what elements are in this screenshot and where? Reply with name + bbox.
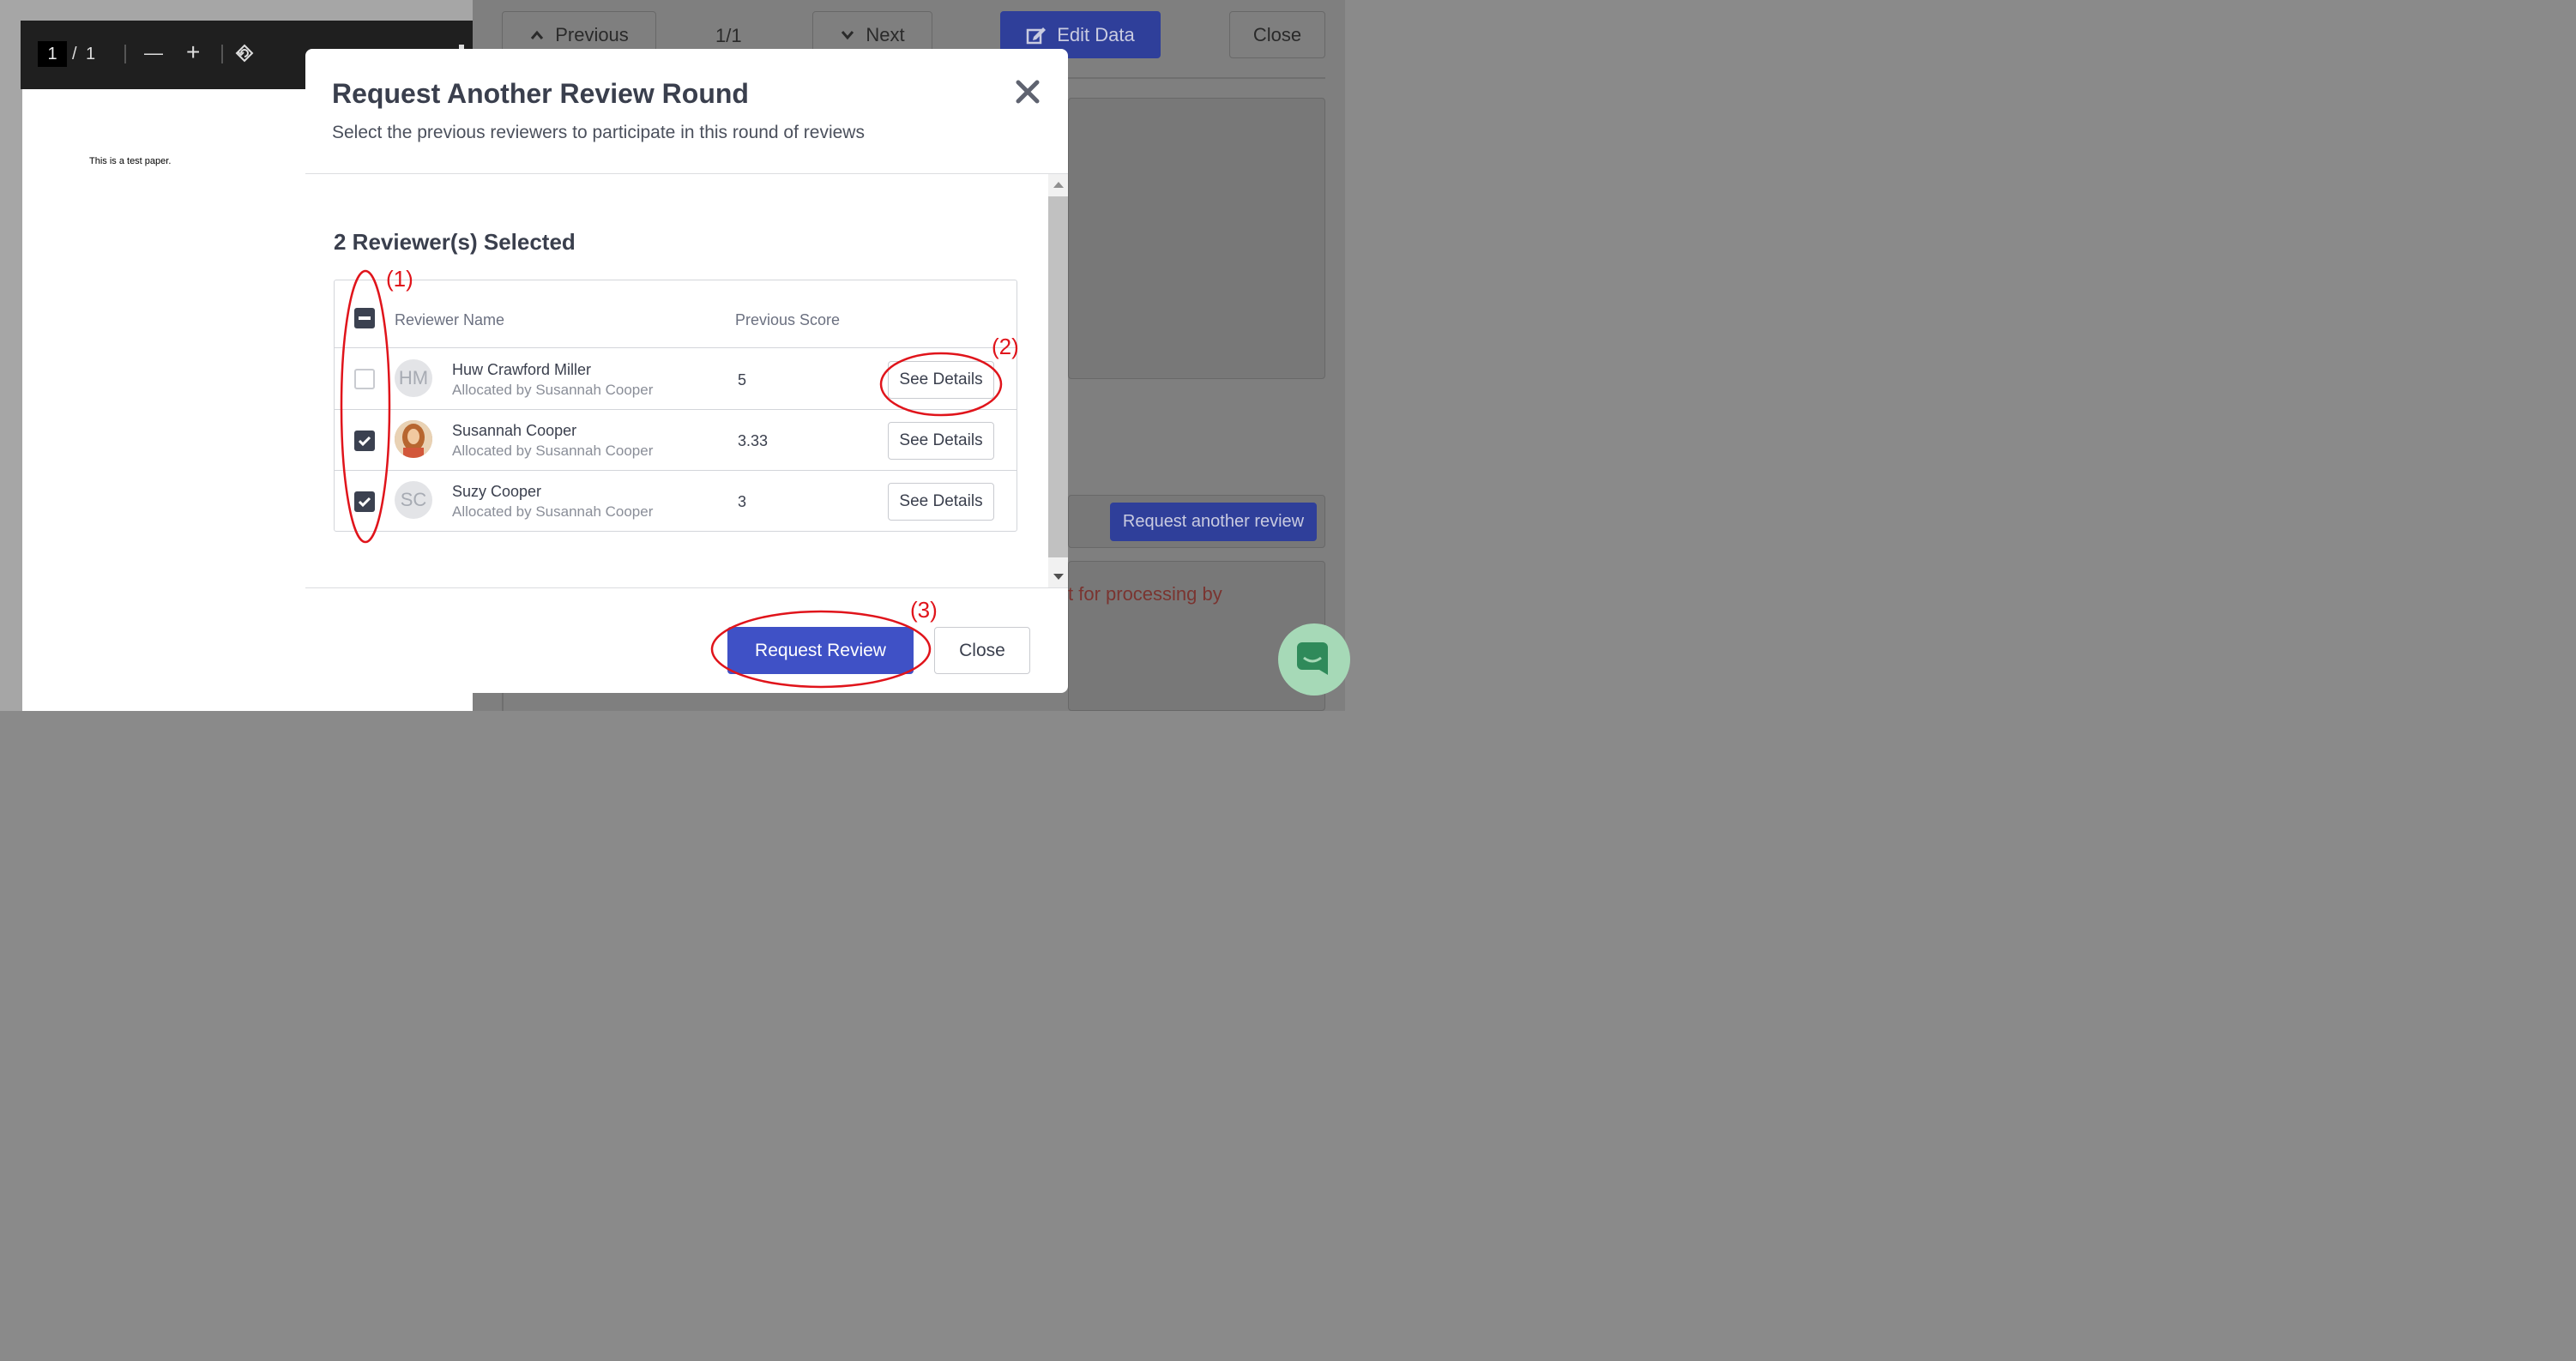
reviewer-table: Reviewer Name Previous Score HM Huw Craw… bbox=[334, 280, 1017, 532]
avatar bbox=[395, 420, 432, 458]
reviewer-checkbox[interactable] bbox=[354, 491, 375, 512]
zoom-in-button[interactable]: + bbox=[186, 39, 200, 65]
chat-icon bbox=[1297, 642, 1328, 675]
modal-subtitle: Select the previous reviewers to partici… bbox=[332, 123, 865, 142]
modal-scrollbar-thumb[interactable] bbox=[1048, 196, 1068, 557]
avatar: HM bbox=[395, 359, 432, 397]
reviewer-previous-score: 3 bbox=[738, 493, 747, 510]
close-x-icon[interactable] bbox=[1014, 78, 1041, 105]
check-icon bbox=[358, 436, 371, 447]
annotation-label-3: (3) bbox=[910, 597, 938, 623]
pdf-toolbar-divider bbox=[124, 45, 126, 63]
annotation-label-2: (2) bbox=[992, 334, 1019, 359]
request-another-review-button[interactable]: Request another review bbox=[1110, 503, 1317, 541]
edit-icon bbox=[1027, 27, 1047, 44]
scroll-up-arrow[interactable] bbox=[1053, 182, 1064, 188]
pdf-toolbar-divider bbox=[221, 45, 223, 63]
processing-status-text: t for processing by bbox=[1068, 583, 1222, 605]
chevron-up-icon bbox=[531, 30, 544, 39]
pdf-page-total: 1 bbox=[86, 45, 96, 63]
scroll-down-arrow[interactable] bbox=[1053, 574, 1064, 580]
request-review-modal: Request Another Review Round Select the … bbox=[305, 49, 1068, 693]
top-close-label: Close bbox=[1252, 23, 1302, 45]
page-counter: 1/1 bbox=[715, 25, 742, 46]
top-close-button[interactable]: Close bbox=[1229, 11, 1325, 58]
previous-button-label: Previous bbox=[555, 23, 629, 45]
minus-icon bbox=[359, 316, 371, 320]
info-panel bbox=[1068, 98, 1325, 379]
reviewer-name: Suzy Cooper bbox=[452, 483, 542, 500]
modal-title: Request Another Review Round bbox=[332, 78, 749, 109]
pdf-page-separator: / bbox=[72, 45, 77, 63]
column-header-score: Previous Score bbox=[735, 311, 841, 328]
reviewer-checkbox[interactable] bbox=[354, 431, 375, 451]
divider bbox=[1068, 77, 1325, 79]
request-review-button[interactable]: Request Review bbox=[727, 627, 914, 674]
avatar-photo bbox=[395, 420, 432, 458]
annotation-label-1: (1) bbox=[386, 266, 413, 292]
see-details-button[interactable]: See Details bbox=[888, 361, 994, 399]
modal-close-button[interactable]: Close bbox=[934, 627, 1030, 674]
edit-data-label: Edit Data bbox=[1057, 23, 1135, 45]
pdf-page-text: This is a test paper. bbox=[89, 156, 172, 166]
avatar: SC bbox=[395, 481, 432, 519]
row-divider bbox=[335, 347, 1017, 348]
reviewer-name: Huw Crawford Miller bbox=[452, 361, 592, 378]
next-button-label: Next bbox=[866, 23, 905, 45]
modal-footer-divider bbox=[305, 587, 1068, 588]
reviewer-checkbox[interactable] bbox=[354, 369, 375, 389]
row-divider bbox=[335, 409, 1017, 410]
zoom-out-button[interactable]: — bbox=[144, 40, 163, 66]
reviewer-allocated-by: Allocated by Susannah Cooper bbox=[452, 503, 654, 520]
rotate-icon[interactable] bbox=[233, 42, 256, 64]
select-all-checkbox[interactable] bbox=[354, 308, 375, 328]
chat-widget-button[interactable] bbox=[1278, 623, 1350, 696]
row-divider bbox=[335, 470, 1017, 471]
reviewer-allocated-by: Allocated by Susannah Cooper bbox=[452, 443, 654, 459]
modal-body[interactable]: 2 Reviewer(s) Selected Reviewer Name Pre… bbox=[305, 174, 1048, 587]
see-details-button[interactable]: See Details bbox=[888, 483, 994, 521]
check-icon bbox=[358, 497, 371, 508]
request-another-review-label: Request another review bbox=[1122, 512, 1305, 531]
pdf-page-number-input[interactable]: 1 bbox=[38, 41, 67, 67]
reviewer-previous-score: 3.33 bbox=[738, 432, 769, 449]
reviewer-allocated-by: Allocated by Susannah Cooper bbox=[452, 382, 654, 398]
chevron-down-icon bbox=[842, 30, 854, 39]
reviewer-previous-score: 5 bbox=[738, 371, 747, 388]
selected-count: 2 Reviewer(s) Selected bbox=[334, 229, 576, 255]
column-header-name: Reviewer Name bbox=[395, 311, 505, 328]
see-details-button[interactable]: See Details bbox=[888, 422, 994, 460]
reviewer-name: Susannah Cooper bbox=[452, 422, 577, 439]
